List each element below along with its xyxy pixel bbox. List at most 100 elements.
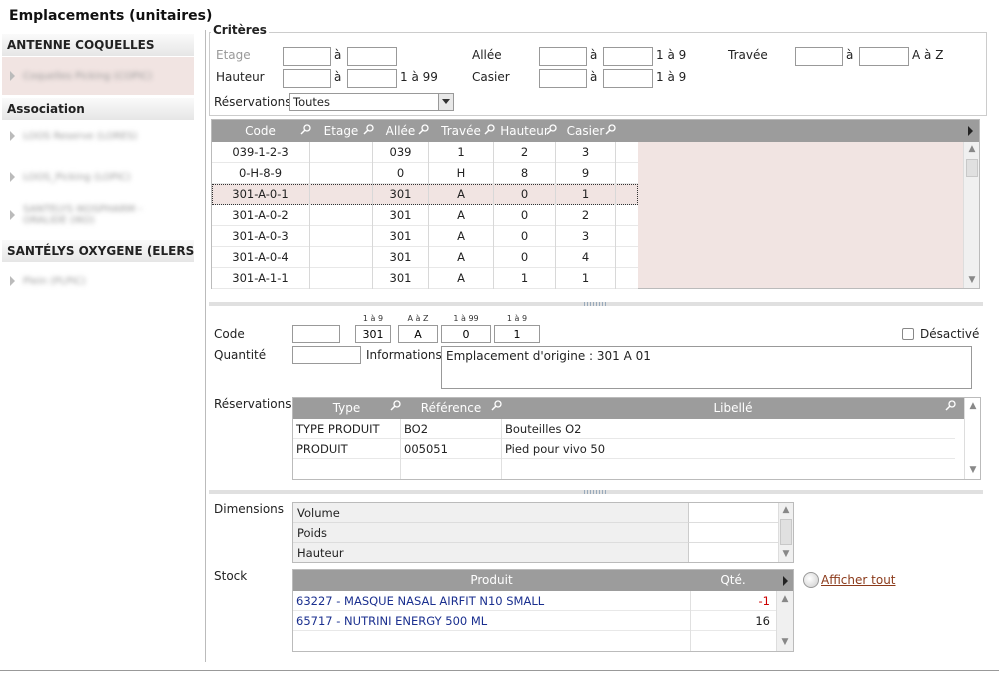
desactive-checkbox[interactable] — [902, 328, 914, 340]
grid-cell-code: 301-A-1-1 — [212, 268, 310, 289]
scroll-right-icon[interactable] — [968, 126, 973, 136]
splitter-grip[interactable] — [584, 302, 608, 306]
col-header-reference[interactable]: Référence — [401, 398, 501, 419]
code-travee-input[interactable] — [398, 325, 438, 343]
search-icon[interactable] — [390, 399, 402, 411]
etage-to-input[interactable] — [347, 47, 397, 66]
table-row[interactable]: 301-A-0-2 301 A 0 2 — [212, 205, 638, 226]
reservations-select[interactable]: Toutes — [289, 93, 454, 111]
dimension-volume-value[interactable] — [688, 503, 778, 523]
tree-item-label: LOOS_Picking (LOPIC) — [23, 171, 131, 183]
etage-from-input[interactable] — [283, 47, 331, 66]
scroll-down-icon[interactable]: ▼ — [778, 635, 792, 649]
grid-scrollbar[interactable]: ▲ ▼ — [963, 142, 979, 288]
search-icon[interactable] — [418, 123, 430, 135]
search-icon[interactable] — [491, 399, 503, 411]
dimensions-scrollbar[interactable]: ▲ ▼ — [778, 503, 793, 562]
code-etage-input[interactable] — [292, 325, 340, 343]
scroll-up-icon[interactable]: ▲ — [779, 503, 793, 517]
grid-cell-etage — [310, 205, 373, 226]
table-row[interactable]: 301-A-1-1 301 A 1 1 — [212, 268, 638, 289]
col-header-libelle[interactable]: Libellé — [502, 398, 964, 419]
res-type-cell: TYPE PRODUIT — [296, 422, 380, 436]
table-row[interactable]: 0-H-8-9 0 H 8 9 — [212, 163, 638, 184]
allee-to-input[interactable] — [603, 47, 653, 66]
splitter-top[interactable] — [209, 302, 983, 306]
scroll-thumb[interactable] — [966, 159, 978, 177]
tree-item-iko[interactable]: SANTELYS IKOSPHARM - ORALIDE (IKO) — [2, 203, 194, 227]
casier-to-input[interactable] — [603, 69, 653, 88]
grid-cell-allee: 039 — [373, 142, 429, 163]
grid-cell-hauteur: 8 — [494, 163, 556, 184]
table-row[interactable]: TYPE PRODUIT BO2 Bouteilles O2 — [293, 419, 955, 439]
reservations-select-value: Toutes — [293, 95, 330, 109]
allee-from-input[interactable] — [539, 47, 587, 66]
search-icon[interactable] — [605, 123, 617, 135]
scroll-down-icon[interactable]: ▼ — [779, 547, 793, 561]
col-header-produit[interactable]: Produit — [293, 570, 690, 591]
group-header-association[interactable]: Association — [2, 98, 194, 120]
hint-hauteur: 1 à 99 — [453, 314, 479, 323]
group-header-antenne[interactable]: ANTENNE COQUELLES — [2, 34, 194, 56]
stock-scrollbar[interactable]: ▲ ▼ — [776, 591, 793, 651]
group-header-santelys[interactable]: SANTÉLYS OXYGENE (ELERS) — [2, 240, 194, 262]
splitter-grip[interactable] — [584, 490, 608, 494]
tree-item-copic[interactable]: Coquelles Picking (COPIC) — [2, 57, 194, 95]
scroll-down-icon[interactable]: ▼ — [965, 273, 979, 287]
scroll-down-icon[interactable]: ▼ — [966, 463, 980, 477]
tree-item-lores[interactable]: LOOS Reserve (LORES) — [2, 126, 194, 146]
casier-from-input[interactable] — [539, 69, 587, 88]
table-row[interactable]: 65717 - NUTRINI ENERGY 500 ML 16 — [293, 611, 776, 631]
table-row[interactable]: 301-A-0-1 301 A 0 1 — [212, 184, 638, 205]
code-hauteur-input[interactable] — [441, 325, 491, 343]
quantite-input[interactable] — [292, 346, 361, 364]
col-header-qte[interactable]: Qté. — [691, 570, 775, 591]
search-icon[interactable] — [546, 123, 558, 135]
expand-arrow-icon[interactable] — [10, 131, 15, 141]
dimension-poids-value[interactable] — [688, 523, 778, 543]
tree-item-plpic[interactable]: Plein (PLPIC) — [2, 271, 194, 291]
scroll-thumb[interactable] — [780, 519, 792, 545]
hauteur-to-input[interactable] — [347, 69, 397, 88]
table-row[interactable]: 301-A-0-3 301 A 0 3 — [212, 226, 638, 247]
afficher-tout-link[interactable]: Afficher tout — [821, 573, 896, 587]
travee-to-input[interactable] — [859, 47, 909, 66]
search-icon[interactable] — [484, 123, 496, 135]
reservations-table: Type Référence Libellé TYPE PRODUIT BO2 … — [292, 397, 981, 480]
col-header-code[interactable]: Code — [212, 120, 309, 142]
table-row[interactable]: 039-1-2-3 039 1 2 3 — [212, 142, 638, 163]
expand-arrow-icon[interactable] — [10, 210, 15, 220]
hauteur-from-input[interactable] — [283, 69, 331, 88]
chevron-down-icon[interactable] — [438, 94, 453, 110]
reservations-scrollbar[interactable]: ▲ ▼ — [964, 398, 980, 479]
sidebar-divider — [205, 30, 206, 662]
col-header-type[interactable]: Type — [293, 398, 400, 419]
afficher-tout-radio[interactable] — [803, 572, 819, 588]
scroll-up-icon[interactable]: ▲ — [966, 399, 980, 413]
splitter-bottom[interactable] — [209, 490, 983, 494]
expand-arrow-icon[interactable] — [10, 276, 15, 286]
table-row[interactable]: 301-A-0-4 301 A 0 4 — [212, 247, 638, 268]
search-icon[interactable] — [945, 399, 957, 411]
travee-from-input[interactable] — [795, 47, 843, 66]
scroll-right-icon[interactable] — [783, 576, 788, 586]
res-libelle-cell: Pied pour vivo 50 — [505, 442, 606, 456]
tree-item-label: LOOS Reserve (LORES) — [23, 130, 138, 142]
grid-cell-travee: A — [429, 268, 494, 289]
table-row[interactable]: PRODUIT 005051 Pied pour vivo 50 — [293, 439, 955, 459]
page-title: Emplacements (unitaires) — [9, 8, 213, 24]
scroll-up-icon[interactable]: ▲ — [778, 592, 792, 606]
search-icon[interactable] — [300, 123, 312, 135]
expand-arrow-icon[interactable] — [10, 71, 15, 81]
code-allee-input[interactable] — [355, 325, 391, 343]
tree-item-lopic[interactable]: LOOS_Picking (LOPIC) — [2, 167, 194, 187]
table-row[interactable]: 63227 - MASQUE NASAL AIRFIT N10 SMALL -1 — [293, 591, 776, 611]
scroll-up-icon[interactable]: ▲ — [965, 142, 979, 156]
grid-cell-code: 301-A-0-4 — [212, 247, 310, 268]
dimension-hauteur-value[interactable] — [688, 543, 778, 562]
search-icon[interactable] — [363, 123, 375, 135]
bottom-divider — [0, 670, 999, 671]
informations-textarea[interactable]: Emplacement d'origine : 301 A 01 — [441, 346, 972, 389]
code-casier-input[interactable] — [494, 325, 540, 343]
expand-arrow-icon[interactable] — [10, 172, 15, 182]
